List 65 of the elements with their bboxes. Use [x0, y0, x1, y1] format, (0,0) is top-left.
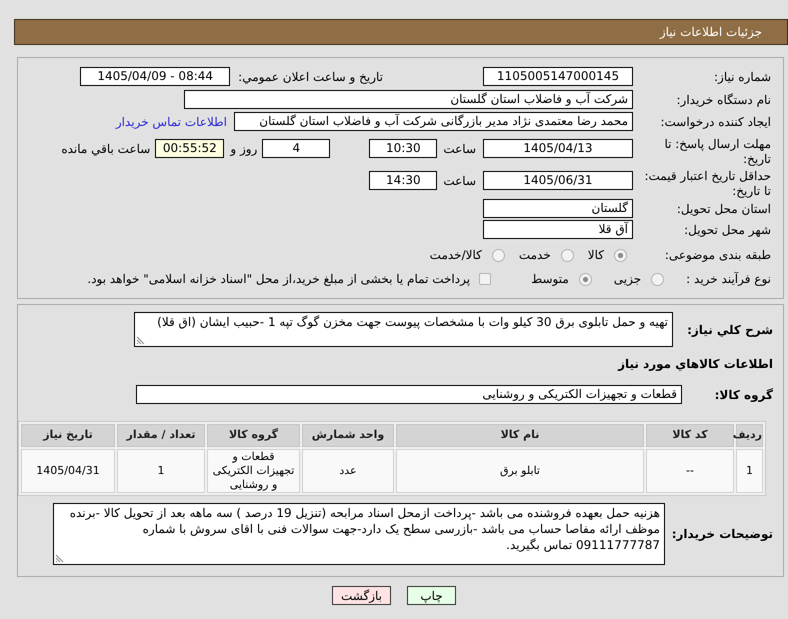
print-button[interactable]: چاپ	[407, 586, 456, 605]
days-field[interactable]: 4	[262, 139, 330, 158]
resize-grip-icon[interactable]	[136, 336, 145, 345]
resize-grip-icon[interactable]	[55, 554, 64, 563]
back-button[interactable]: بازگشت	[332, 586, 391, 605]
table-cell: 1405/04/31	[21, 449, 115, 493]
buyer-org-field[interactable]: شرکت آب و فاضلاب استان گلستان	[184, 90, 633, 109]
field-label: حداقل تاریخ اعتبار قیمت: تا تاریخ:	[643, 169, 771, 199]
need-number-field[interactable]: 1105005147000145	[483, 67, 633, 86]
remaining-label: ساعت باقي مانده	[61, 141, 150, 158]
description-field[interactable]: تهیه و حمل تابلوی برق 30 کیلو وات با مشخصات پیوست جهت مخزن گوگ تپه 1 -حبیب ایشان (اق قلا)	[134, 312, 673, 347]
product-group-field[interactable]: قطعات و تجهیزات الکتریکی و روشنایی	[136, 385, 682, 404]
field-label: طبقه بندی موضوعی:	[664, 247, 771, 264]
column-header: نام کالا	[396, 424, 644, 447]
province-field[interactable]: گلستان	[483, 199, 633, 218]
radio-button[interactable]	[560, 248, 574, 262]
section-label: گروه کالا:	[714, 386, 773, 404]
time-label: ساعت	[443, 173, 476, 190]
section-title: اطلاعات کالاهاي مورد نیاز	[618, 356, 773, 371]
checkbox[interactable]	[479, 273, 492, 285]
column-header: کد کالا	[646, 424, 734, 447]
deadline-time-field[interactable]: 10:30	[369, 139, 438, 158]
radio-label: خدمت	[518, 247, 551, 264]
column-header: تاریخ نیاز	[21, 424, 115, 447]
buyer-notes-field[interactable]: هزنیه حمل بعهده فروشنده می باشد -پرداخت ازمحل اسناد مرابحه (تنزیل 19 درصد ) سه ماهه بعد از تحویل کالا -برنده موظف ارائه مفاصا حساب می باشد -بازرسی سطح یک دارد-جهت سوالات فنی با اقای سروش با شماره 09111777787 تماس بگیرید.	[53, 503, 665, 565]
requester-field[interactable]: محمد رضا معتمدی نژاد مدیر بازرگانی شرکت آب و فاضلاب استان گلستان	[234, 112, 633, 131]
radio-button[interactable]	[614, 248, 627, 262]
validity-time-field[interactable]: 14:30	[369, 171, 438, 190]
field-label: مهلت ارسال پاسخ: تا تاریخ:	[663, 137, 771, 167]
buyer-contact-link[interactable]: اطلاعات تماس خریدار	[116, 112, 227, 130]
table-cell: 1	[117, 449, 205, 493]
checkbox-label: پرداخت تمام یا بخشی از مبلغ خرید،از محل "اسناد خزانه اسلامی" خواهد بود.	[87, 271, 470, 288]
field-label: استان محل تحویل:	[676, 200, 771, 218]
announce-date-field[interactable]: 1405/04/09 - 08:44	[80, 67, 230, 86]
column-header: واحد شمارش	[302, 424, 394, 447]
days-label: روز و	[230, 141, 258, 158]
column-header: گروه کالا	[207, 424, 300, 447]
column-header: تعداد / مقدار	[117, 424, 205, 447]
radio-label: کالا/خدمت	[430, 247, 482, 264]
radio-label: کالا	[588, 247, 604, 264]
table-cell: عدد	[302, 449, 394, 493]
section-label: توضیحات خریدار:	[670, 526, 773, 543]
deadline-date-field[interactable]: 1405/04/13	[483, 139, 633, 158]
validity-date-field[interactable]: 1405/06/31	[483, 171, 633, 190]
city-field[interactable]: آق قلا	[483, 220, 633, 239]
time-label: ساعت	[443, 141, 476, 158]
table-cell: --	[646, 449, 734, 493]
radio-button[interactable]	[492, 248, 505, 262]
table-cell: تابلو برق	[396, 449, 644, 493]
table-cell: قطعات و تجهیزات الکتریکی و روشنایی	[207, 449, 300, 493]
column-header: ردیف	[736, 424, 763, 447]
radio-label: جزیی	[614, 271, 642, 288]
field-label: تاریخ و ساعت اعلان عمومي:	[238, 68, 383, 86]
field-label: شماره نیاز:	[713, 68, 771, 86]
page-title: جزئیات اطلاعات نیاز	[660, 24, 762, 41]
field-label: شهر محل تحویل:	[683, 222, 771, 238]
section-label: شرح کلي نیاز:	[686, 322, 773, 338]
radio-button[interactable]	[578, 272, 592, 286]
radio-button[interactable]	[651, 272, 664, 286]
countdown-field[interactable]: 00:55:52	[155, 139, 224, 158]
field-label: نوع فرآیند خرید :	[686, 271, 771, 288]
field-label: ایجاد کننده درخواست:	[659, 114, 771, 130]
radio-label: متوسط	[531, 271, 569, 288]
table-cell: 1	[736, 449, 763, 493]
field-label: نام دستگاه خریدار:	[676, 92, 771, 108]
